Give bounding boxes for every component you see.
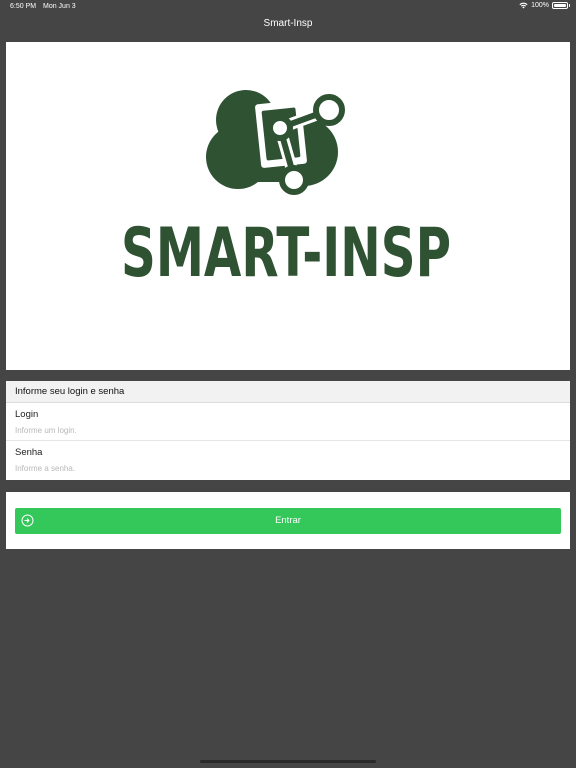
status-time: 6:50 PM [10,3,37,10]
navigation-bar: Smart-Insp [0,14,576,36]
enter-label: Entrar [275,515,301,526]
form-header: Informe seu login e senha [6,381,570,403]
page-title: Smart-Insp [263,18,313,29]
login-arrow-icon [21,514,34,527]
password-input[interactable] [15,462,535,474]
battery-percent: 100% [531,2,549,9]
password-label: Senha [15,447,43,458]
login-field[interactable]: Login [6,403,570,441]
logo-panel: SMART-INSP [6,42,570,370]
password-field[interactable]: Senha [6,441,570,479]
logo-text: SMART-INSP [121,214,451,293]
cloud-share-logo: SMART-INSP [121,90,451,293]
battery-icon [552,2,570,9]
action-panel: Entrar [6,492,570,549]
login-label: Login [15,409,39,420]
enter-button[interactable]: Entrar [15,508,561,534]
home-indicator[interactable] [200,760,376,763]
login-input[interactable] [15,424,535,436]
login-form: Informe seu login e senha Login Senha [6,381,570,480]
wifi-icon [519,2,528,9]
status-bar: 6:50 PM Mon Jun 3 100% [0,0,576,14]
status-right: 100% [519,2,570,9]
status-date: Mon Jun 3 [43,3,76,10]
